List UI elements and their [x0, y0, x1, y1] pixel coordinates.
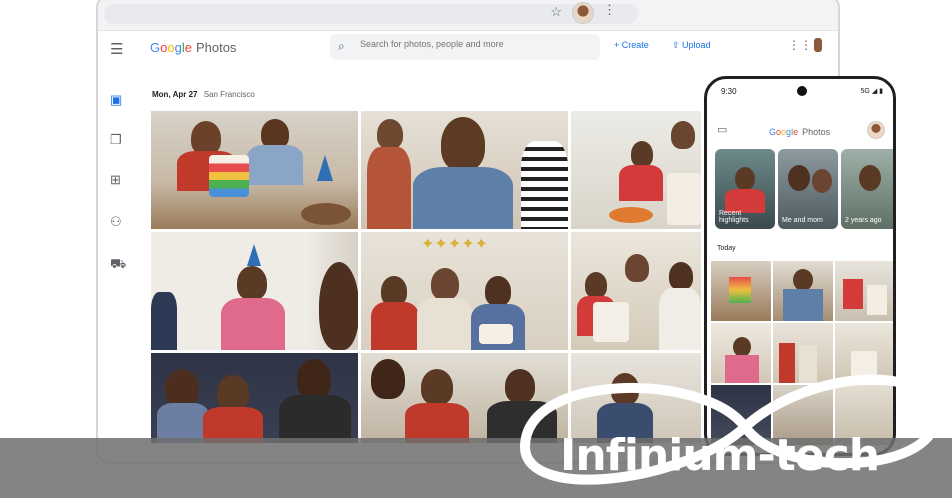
search-icon: ⌕ — [338, 39, 345, 53]
google-photos-logo[interactable]: Google Photos — [150, 40, 236, 55]
search-bar[interactable]: ⌕ — [330, 34, 600, 60]
browser-toolbar: ☆ ⋮ — [98, 0, 838, 31]
phone-photo-tile[interactable] — [835, 261, 893, 321]
date-label: Mon, Apr 27 — [152, 90, 198, 99]
sharing-nav-icon[interactable]: ⊞ — [110, 172, 121, 188]
photo-tile[interactable]: ✦✦✦✦✦ — [361, 232, 568, 350]
location-label: San Francisco — [203, 90, 255, 99]
phone-photo-tile[interactable] — [711, 261, 771, 321]
birthday-banner: ✦✦✦✦✦ — [421, 234, 489, 253]
memory-card[interactable]: Me and mom — [778, 149, 838, 229]
star-icon[interactable]: ☆ — [550, 4, 562, 20]
phone-photo-tile[interactable] — [773, 261, 833, 321]
memory-label: 2 years ago — [845, 217, 882, 225]
explore-nav-icon[interactable]: ❐ — [110, 132, 122, 148]
memory-card[interactable]: 2 years ago — [841, 149, 893, 229]
watermark-text: Infinium-tech — [560, 430, 880, 481]
photo-tile[interactable] — [571, 111, 701, 229]
search-input[interactable] — [358, 38, 592, 50]
phone-status: 5G ◢ ▮ — [860, 88, 883, 95]
photo-tile[interactable] — [571, 232, 701, 350]
photos-nav-icon[interactable]: ▣ — [110, 92, 122, 108]
phone-time: 9:30 — [721, 87, 737, 96]
memory-label: Recent highlights — [719, 209, 749, 225]
kebab-icon[interactable]: ⋮ — [603, 2, 616, 18]
phone-avatar[interactable] — [867, 121, 885, 139]
hamburger-menu-icon[interactable]: ☰ — [110, 40, 123, 58]
people-nav-icon[interactable]: ⚇ — [110, 214, 122, 230]
camera-cutout — [797, 86, 807, 96]
photo-tile[interactable] — [151, 111, 358, 229]
photos-header: ☰ GooglePhotos ⌕ + Create ⇪ Upload ⋮⋮⋮ — [98, 30, 838, 78]
account-avatar[interactable] — [814, 38, 822, 52]
create-button[interactable]: + Create — [614, 40, 649, 50]
memory-card[interactable]: Recent highlights — [715, 149, 775, 229]
memory-label: Me and mom — [782, 217, 823, 225]
profile-avatar[interactable] — [572, 2, 594, 24]
print-store-nav-icon[interactable]: ⛟ — [110, 256, 126, 274]
date-header: Mon, Apr 27 San Francisco — [152, 90, 255, 99]
photo-tile[interactable] — [361, 111, 568, 229]
chat-icon[interactable]: ▭ — [717, 123, 727, 136]
phone-google-photos-logo: Google Photos — [769, 127, 831, 137]
photo-tile[interactable] — [151, 353, 358, 443]
photo-tile[interactable] — [151, 232, 358, 350]
upload-button[interactable]: ⇪ Upload — [672, 40, 711, 51]
today-label: Today — [717, 245, 736, 252]
